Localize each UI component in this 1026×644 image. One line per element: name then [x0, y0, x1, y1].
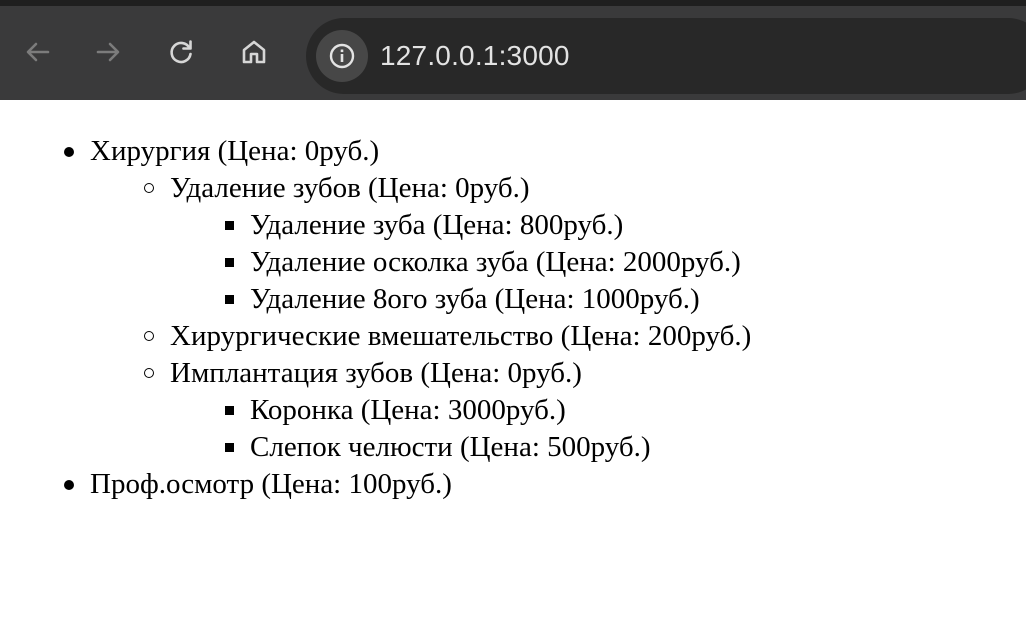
list-item: Коронка (Цена: 3000руб.) — [0, 392, 1026, 429]
list-item: Удаление зубов (Цена: 0руб.) — [0, 170, 1026, 207]
list-item: Удаление зуба (Цена: 800руб.) — [0, 207, 1026, 244]
list-item: Проф.осмотр (Цена: 100руб.) — [0, 466, 1026, 503]
bullet-disc — [64, 147, 74, 157]
list-item: Удаление осколка зуба (Цена: 2000руб.) — [0, 244, 1026, 281]
list-item: Хирургические вмешательство (Цена: 200ру… — [0, 318, 1026, 355]
tooth-removal-sublist: Удаление зуба (Цена: 800руб.) Удаление о… — [0, 207, 1026, 318]
list-item: Имплантация зубов (Цена: 0руб.) — [0, 355, 1026, 392]
list-item-label: Удаление осколка зуба (Цена: 2000руб.) — [250, 246, 741, 278]
bullet-square — [225, 221, 234, 230]
bullet-disc — [64, 480, 74, 490]
bullet-square — [225, 443, 234, 452]
bullet-square — [225, 406, 234, 415]
list-item-label: Коронка (Цена: 3000руб.) — [250, 394, 566, 426]
site-info-button[interactable] — [316, 30, 368, 82]
nested-list-container: Удаление зубов (Цена: 0руб.) Удаление зу… — [0, 170, 1026, 466]
nested-list-container: Удаление зуба (Цена: 800руб.) Удаление о… — [0, 207, 1026, 318]
reload-icon — [170, 40, 192, 64]
services-list: Хирургия (Цена: 0руб.) Удаление зубов (Ц… — [0, 133, 1026, 503]
browser-toolbar: 127.0.0.1:3000 — [0, 0, 1026, 100]
list-item-label: Имплантация зубов (Цена: 0руб.) — [170, 357, 582, 389]
list-item-label: Удаление зуба (Цена: 800руб.) — [250, 209, 624, 241]
list-item: Хирургия (Цена: 0руб.) — [0, 133, 1026, 170]
arrow-right-icon — [96, 42, 120, 62]
list-item-label: Проф.осмотр (Цена: 100руб.) — [90, 468, 452, 500]
home-icon — [242, 40, 266, 64]
back-button[interactable] — [16, 30, 60, 74]
nested-list-container: Коронка (Цена: 3000руб.) Слепок челюсти … — [0, 392, 1026, 466]
bullet-circle — [144, 331, 154, 341]
list-item-label: Удаление 8ого зуба (Цена: 1000руб.) — [250, 283, 700, 315]
bullet-circle — [144, 183, 154, 193]
bullet-circle — [144, 368, 154, 378]
list-item-label: Хирургия (Цена: 0руб.) — [90, 135, 380, 167]
address-bar[interactable]: 127.0.0.1:3000 — [306, 18, 1026, 94]
list-item: Слепок челюсти (Цена: 500руб.) — [0, 429, 1026, 466]
bullet-square — [225, 295, 234, 304]
forward-button[interactable] — [86, 30, 130, 74]
list-item-label: Слепок челюсти (Цена: 500руб.) — [250, 431, 651, 463]
info-icon — [329, 43, 355, 69]
implantation-sublist: Коронка (Цена: 3000руб.) Слепок челюсти … — [0, 392, 1026, 466]
home-button[interactable] — [232, 30, 276, 74]
url-text[interactable]: 127.0.0.1:3000 — [380, 18, 570, 94]
list-item: Удаление 8ого зуба (Цена: 1000руб.) — [0, 281, 1026, 318]
page-content: Хирургия (Цена: 0руб.) Удаление зубов (Ц… — [0, 100, 1026, 644]
list-item-label: Удаление зубов (Цена: 0руб.) — [170, 172, 530, 204]
reload-button[interactable] — [159, 30, 203, 74]
surgery-sublist: Удаление зубов (Цена: 0руб.) Удаление зу… — [0, 170, 1026, 466]
list-item-label: Хирургические вмешательство (Цена: 200ру… — [170, 320, 752, 352]
arrow-left-icon — [26, 42, 50, 62]
bullet-square — [225, 258, 234, 267]
